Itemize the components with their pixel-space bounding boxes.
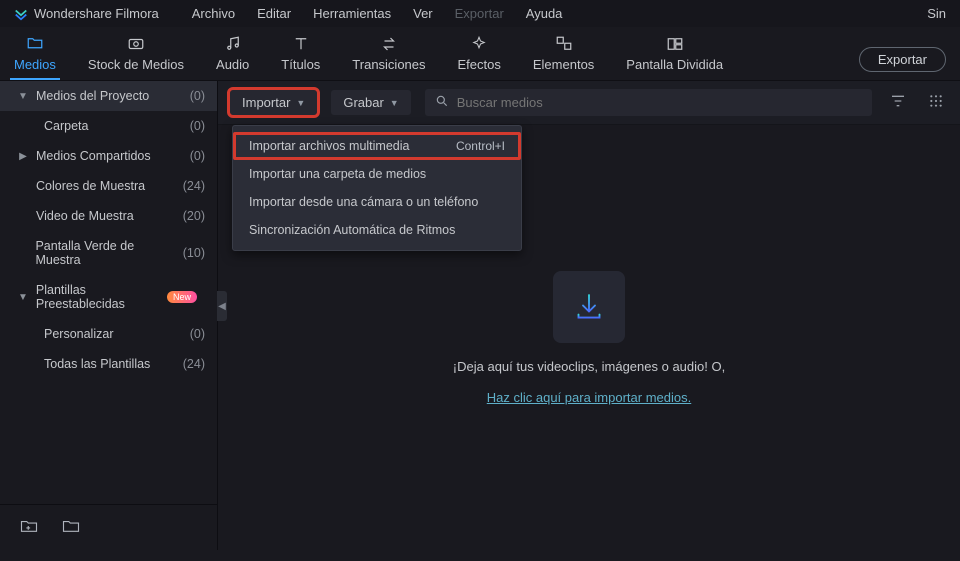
dropdown-item[interactable]: Sincronización Automática de Ritmos [233,216,521,244]
sidebar-item[interactable]: Pantalla Verde de Muestra (10) [0,231,217,275]
grid-view-icon[interactable] [924,89,948,116]
tab-audio[interactable]: Audio [216,35,249,80]
sidebar-item-label: Medios del Proyecto [36,89,149,103]
sidebar-item-count: (0) [190,149,205,163]
chevron-down-icon: ▼ [18,292,28,303]
menu-bar: Archivo Editar Herramientas Ver Exportar Ayud… [192,6,563,21]
sidebar-item-label: Personalizar [44,327,113,341]
split-icon [665,35,685,53]
sidebar-item-label: Pantalla Verde de Muestra [35,239,174,267]
record-label: Grabar [343,95,383,110]
drop-text: ¡Deja aquí tus videoclips, imágenes o au… [453,359,725,374]
sidebar-item[interactable]: Colores de Muestra (24) [0,171,217,201]
import-link[interactable]: Haz clic aquí para importar medios. [487,390,691,405]
sidebar-item[interactable]: Carpeta (0) [0,111,217,141]
shortcut-label: Control+I [456,139,505,153]
sidebar-item[interactable]: Todas las Plantillas (24) [0,349,217,379]
chevron-down-icon: ▼ [296,98,305,108]
menu-archivo[interactable]: Archivo [192,6,235,21]
sidebar-item[interactable]: ▶ Medios Compartidos (0) [0,141,217,171]
mode-toolbar: Medios Stock de Medios Audio Títulos Transic… [0,27,960,81]
sidebar-item-label: Medios Compartidos [36,149,151,163]
search-icon [435,94,449,111]
action-bar: Importar ▼ Grabar ▼ [218,81,960,125]
sidebar-item-count: (24) [183,357,205,371]
sidebar-item[interactable]: Video de Muestra (20) [0,201,217,231]
dropdown-item-label: Importar desde una cámara o un teléfono [249,195,478,209]
dropdown-item[interactable]: Importar desde una cámara o un teléfono [233,188,521,216]
sidebar-item-count: (0) [190,327,205,341]
sidebar: ▼ Medios del Proyecto (0) Carpeta (0) ▶ Medios… [0,81,218,550]
shapes-icon [554,35,574,53]
filter-icon[interactable] [886,89,910,116]
export-button[interactable]: Exportar [859,47,946,72]
tab-elementos[interactable]: Elementos [533,35,594,80]
tab-efectos[interactable]: Efectos [458,35,501,80]
tab-transiciones[interactable]: Transiciones [352,35,425,80]
search-input[interactable] [457,95,862,110]
sidebar-item-label: Video de Muestra [36,209,134,223]
sidebar-item-count: (24) [183,179,205,193]
sidebar-item[interactable]: ▼ Plantillas Preestablecidas New [0,275,217,319]
collapse-sidebar-handle[interactable]: ◀ [217,291,227,321]
right-label: Sin [927,6,946,21]
sidebar-item-label: Plantillas Preestablecidas [36,283,155,311]
sidebar-footer [0,504,217,550]
dropdown-item[interactable]: Importar archivos multimedia Control+I [233,132,521,160]
record-dropdown[interactable]: Grabar ▼ [331,90,410,115]
sidebar-item-label: Colores de Muestra [36,179,145,193]
app-logo: Wondershare Filmora [14,6,159,21]
sparkle-icon [469,35,489,53]
tab-stock-de-medios[interactable]: Stock de Medios [88,35,184,80]
music-icon [223,35,243,53]
title-bar: Wondershare Filmora Archivo Editar Herrami… [0,0,960,27]
text-icon [291,35,311,53]
content-area: ◀ Importar ▼ Grabar ▼ Importar archivos … [218,81,960,550]
dropdown-item[interactable]: Importar una carpeta de medios [233,160,521,188]
new-badge: New [167,291,197,303]
import-dropdown-menu: Importar archivos multimediaControl+IImp… [232,125,522,251]
app-title: Wondershare Filmora [34,6,159,21]
sidebar-item-count: (0) [190,119,205,133]
dropdown-item-label: Importar archivos multimedia [249,139,409,153]
sidebar-item-label: Carpeta [44,119,88,133]
folder-icon [25,35,45,53]
tab-pantalla-dividida[interactable]: Pantalla Dividida [626,35,723,80]
menu-editar[interactable]: Editar [257,6,291,21]
new-folder-icon[interactable] [58,515,84,540]
chevron-down-icon: ▼ [390,98,399,108]
sidebar-item-count: (10) [183,246,205,260]
menu-ver[interactable]: Ver [413,6,433,21]
dropdown-item-label: Sincronización Automática de Ritmos [249,223,455,237]
tab-medios[interactable]: Medios [14,35,56,80]
search-box[interactable] [425,89,872,116]
tab-títulos[interactable]: Títulos [281,35,320,80]
new-folder-plus-icon[interactable] [16,515,42,540]
import-dropdown[interactable]: Importar ▼ [230,90,317,115]
sidebar-item-count: (20) [183,209,205,223]
swap-icon [379,35,399,53]
menu-herramientas[interactable]: Herramientas [313,6,391,21]
menu-exportar: Exportar [455,6,504,21]
import-label: Importar [242,95,290,110]
download-icon [553,271,625,343]
sidebar-item-count: (0) [190,89,205,103]
chevron-down-icon: ▼ [18,91,28,102]
sidebar-item[interactable]: ▼ Medios del Proyecto (0) [0,81,217,111]
camera-icon [126,35,146,53]
sidebar-item[interactable]: Personalizar (0) [0,319,217,349]
chevron-right-icon: ▶ [18,151,28,162]
dropdown-item-label: Importar una carpeta de medios [249,167,426,181]
sidebar-list: ▼ Medios del Proyecto (0) Carpeta (0) ▶ Medios… [0,81,217,504]
menu-ayuda[interactable]: Ayuda [526,6,563,21]
sidebar-item-label: Todas las Plantillas [44,357,150,371]
